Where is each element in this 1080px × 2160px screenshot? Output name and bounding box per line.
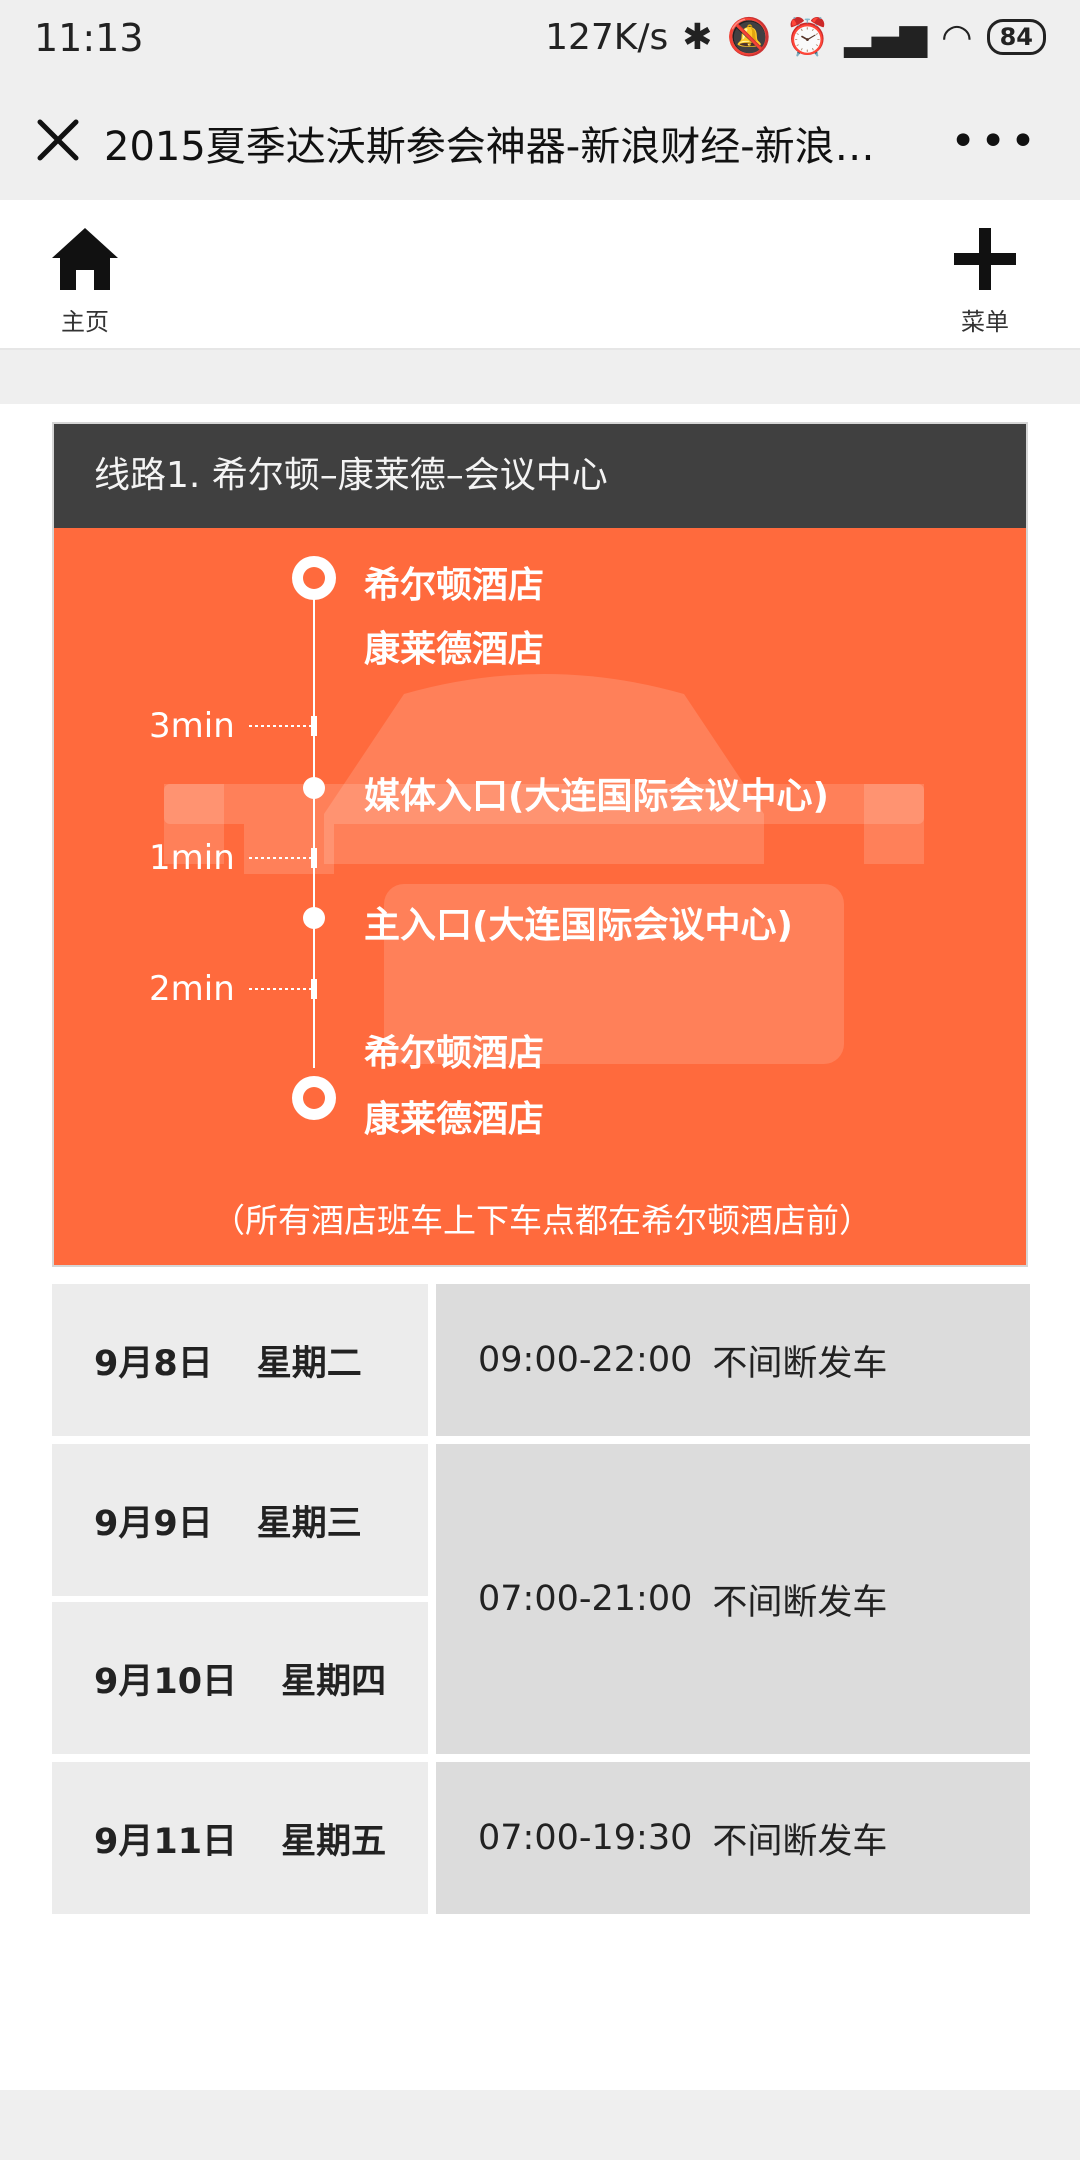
wifi-icon: ◠ — [941, 16, 973, 58]
menu-button[interactable]: 菜单 — [930, 224, 1040, 337]
bottom-bar — [0, 2090, 1080, 2160]
schedule-weekday: 星期五 — [281, 1821, 387, 1862]
mute-bell-icon: 🔕 — [726, 17, 772, 58]
schedule-weekday: 星期二 — [256, 1343, 362, 1384]
close-icon[interactable] — [28, 110, 88, 170]
route-card: 线路1. 希尔顿–康莱德–会议中心 希尔顿酒店 康莱德酒店 媒体入口(大连国际会… — [52, 422, 1028, 1267]
schedule-weekday: 星期四 — [281, 1661, 387, 1702]
duration-label: 1min — [149, 838, 235, 878]
route-note: （所有酒店班车上下车点都在希尔顿酒店前） — [212, 1201, 872, 1240]
home-label: 主页 — [61, 308, 109, 336]
alarm-icon: ⏰ — [785, 17, 831, 58]
schedule-desc: 不间断发车 — [712, 1582, 888, 1623]
battery-icon: 84 — [986, 19, 1046, 55]
stop-hilton-end: 希尔顿酒店 — [364, 1033, 545, 1074]
page-title: 2015夏季达沃斯参会神器-新浪财经-新浪… — [104, 124, 875, 170]
duration-label: 2min — [149, 969, 235, 1009]
browser-toolbar: 2015夏季达沃斯参会神器-新浪财经-新浪… ••• — [0, 80, 1080, 201]
more-options-icon[interactable]: ••• — [950, 116, 1040, 167]
status-bar: 11:13 127K/s ✱ 🔕 ⏰ ▂▄▆ ◠ 84 — [0, 0, 1080, 80]
schedule-hours: 07:00-21:00 — [478, 1579, 693, 1619]
schedule-hours: 07:00-19:30 — [478, 1818, 693, 1858]
schedule-date: 9月8日 — [94, 1343, 213, 1384]
schedule-date: 9月11日 — [94, 1821, 238, 1862]
schedule-time-cell: 07:00-21:00 不间断发车 — [436, 1444, 1030, 1754]
stop-media-entrance: 媒体入口(大连国际会议中心) — [364, 776, 829, 817]
schedule-desc: 不间断发车 — [712, 1821, 888, 1862]
bluetooth-icon: ✱ — [682, 16, 713, 58]
schedule-date-cell: 9月10日 星期四 — [52, 1602, 428, 1754]
stop-main-entrance: 主入口(大连国际会议中心) — [364, 905, 793, 946]
status-time: 11:13 — [34, 16, 144, 60]
schedule-desc: 不间断发车 — [712, 1343, 888, 1384]
signal-icon: ▂▄▆ — [844, 16, 928, 58]
schedule-time-cell: 07:00-19:30 不间断发车 — [436, 1762, 1030, 1914]
stop-hilton-start: 希尔顿酒店 — [364, 565, 545, 606]
home-button[interactable]: 主页 — [40, 224, 130, 337]
schedule-date: 9月10日 — [94, 1661, 238, 1702]
separator — [0, 350, 1080, 404]
plus-icon — [954, 228, 1016, 290]
network-speed: 127K/s — [545, 16, 669, 58]
schedule-date-cell: 9月9日 星期三 — [52, 1444, 428, 1596]
home-icon — [52, 228, 118, 290]
duration-label: 3min — [149, 706, 235, 746]
schedule-date: 9月9日 — [94, 1503, 213, 1544]
main-content: 线路1. 希尔顿–康莱德–会议中心 希尔顿酒店 康莱德酒店 媒体入口(大连国际会… — [0, 404, 1080, 2090]
schedule-hours: 09:00-22:00 — [478, 1340, 693, 1380]
stop-conrad-start: 康莱德酒店 — [364, 629, 545, 670]
status-icons: 127K/s ✱ 🔕 ⏰ ▂▄▆ ◠ 84 — [545, 16, 1046, 58]
schedule-weekday: 星期三 — [256, 1503, 362, 1544]
route-title: 线路1. 希尔顿–康莱德–会议中心 — [54, 424, 1026, 528]
menu-label: 菜单 — [961, 308, 1009, 336]
schedule-time-cell: 09:00-22:00 不间断发车 — [436, 1284, 1030, 1436]
site-nav: 主页 菜单 — [0, 200, 1080, 350]
stop-conrad-end: 康莱德酒店 — [364, 1099, 545, 1140]
schedule-date-cell: 9月11日 星期五 — [52, 1762, 428, 1914]
schedule-date-cell: 9月8日 星期二 — [52, 1284, 428, 1436]
